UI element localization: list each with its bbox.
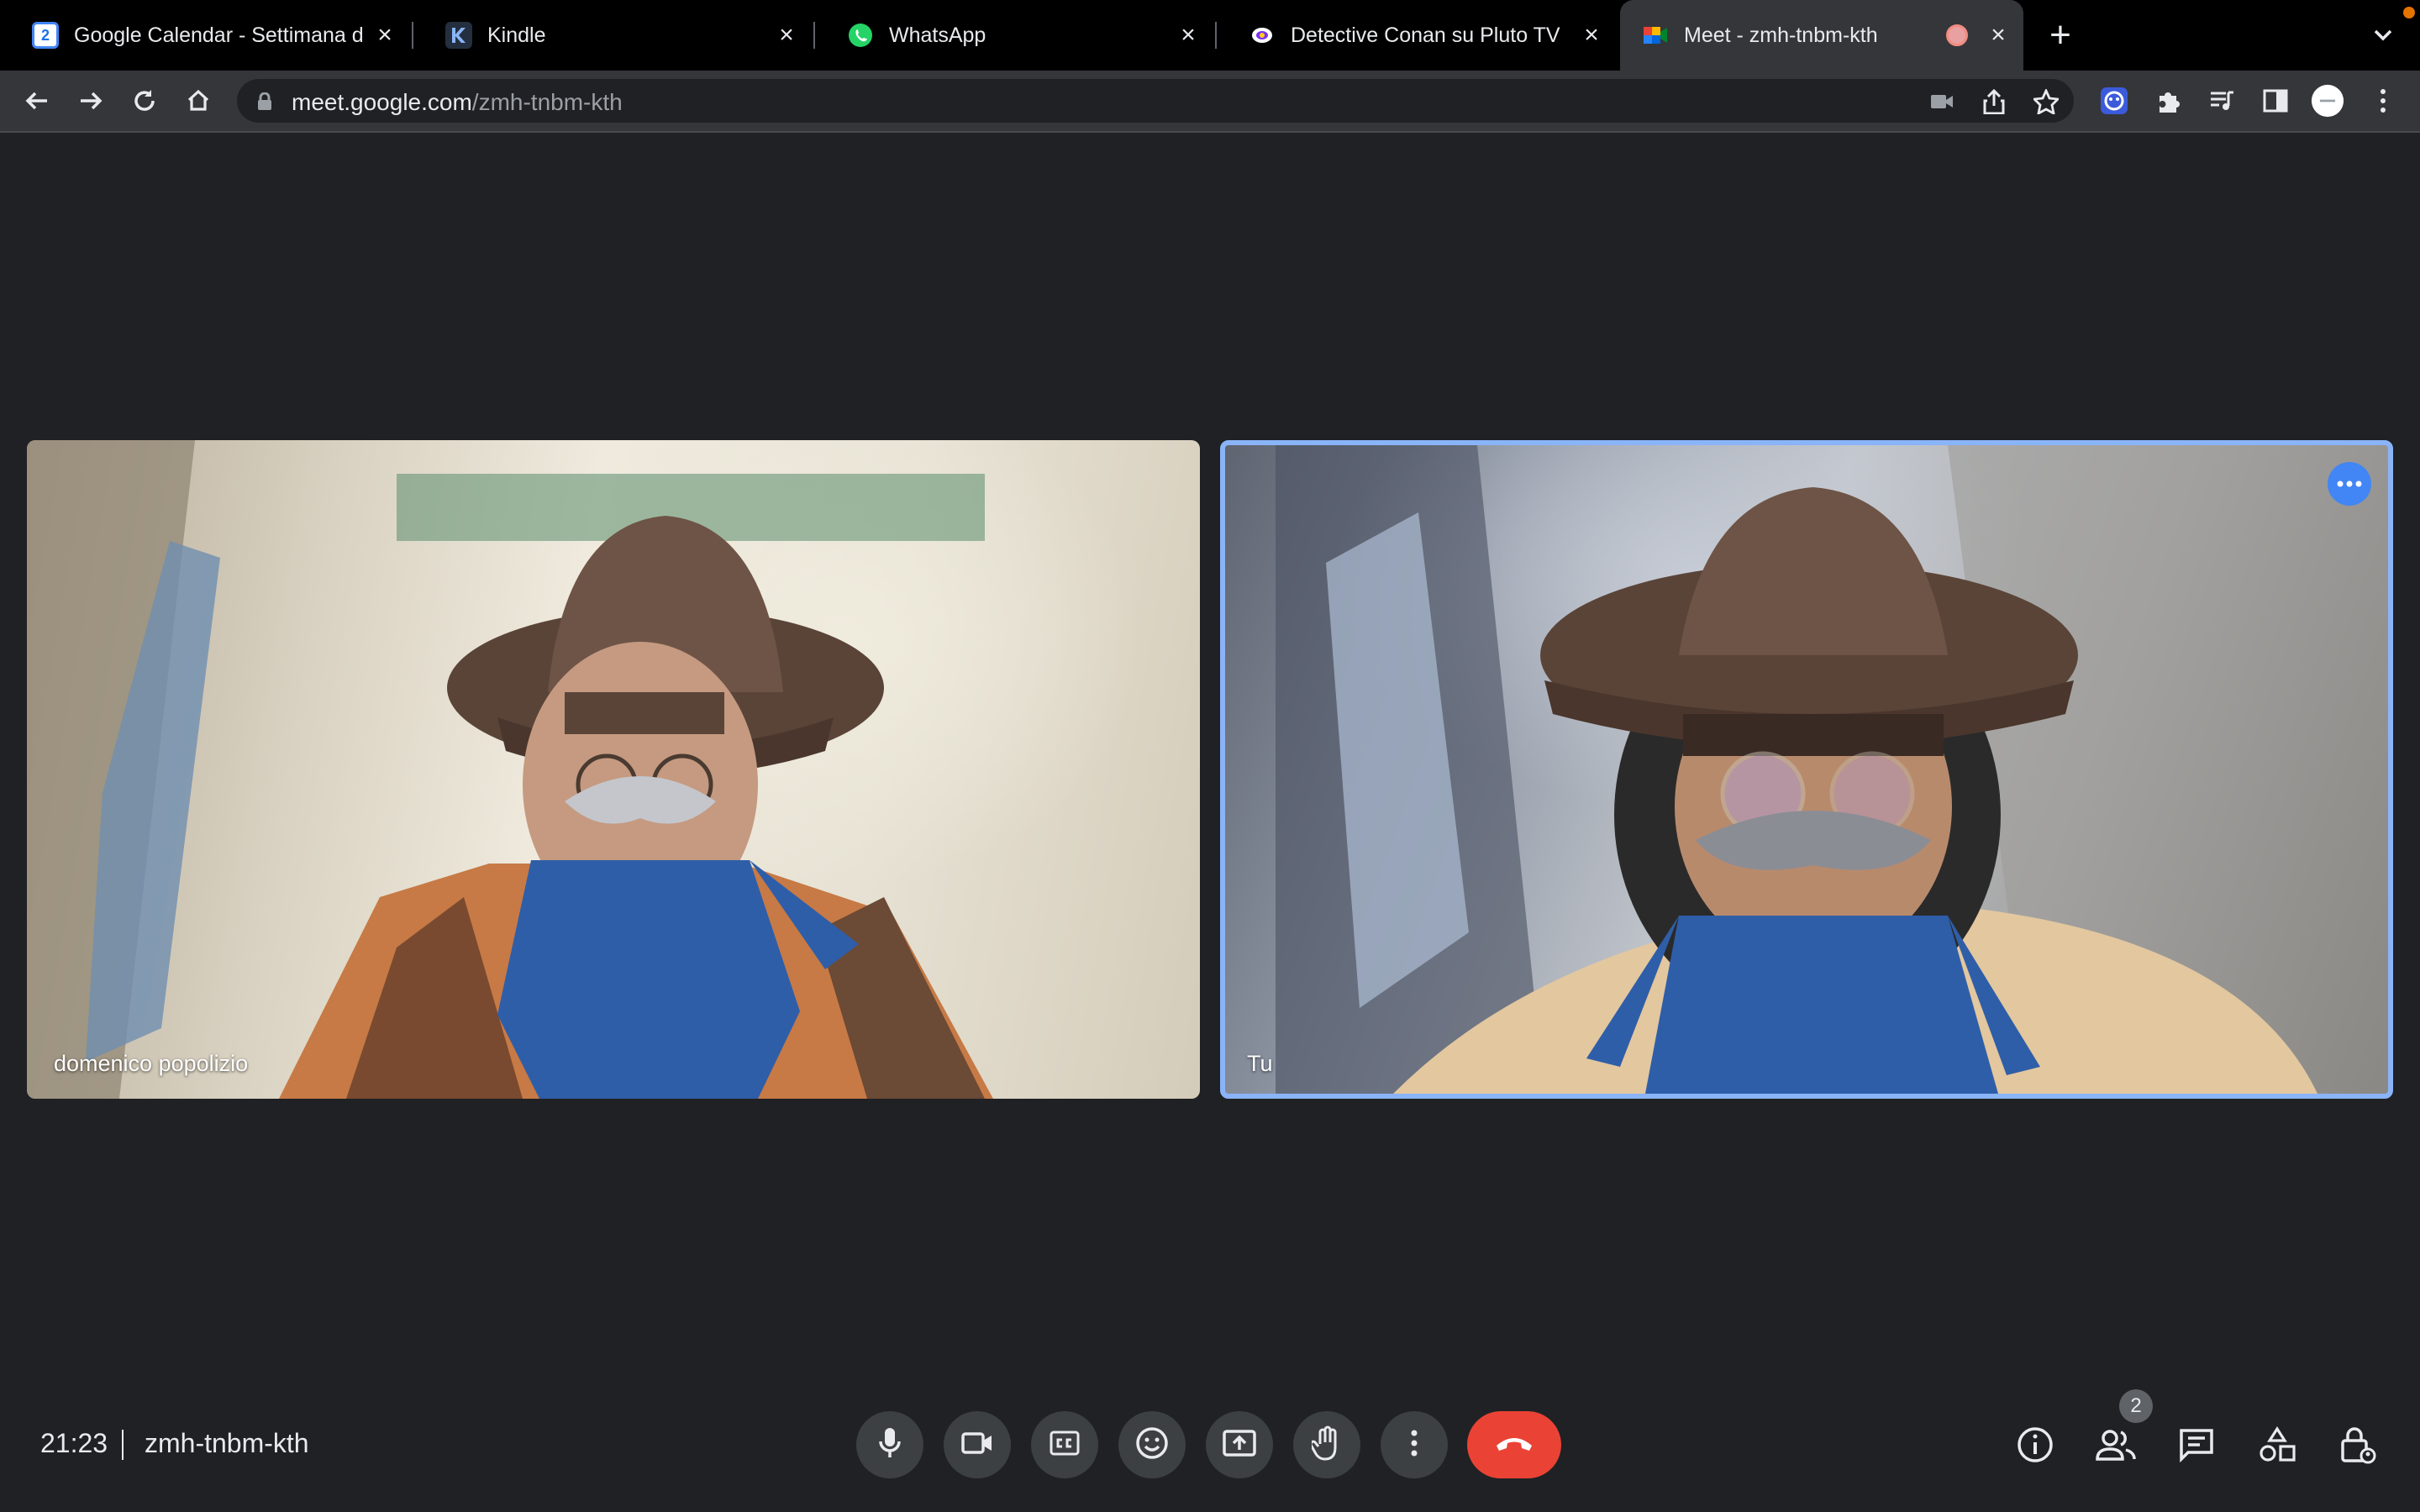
browser-toolbar: meet.google.com/zmh-tnbm-kth (0, 71, 2420, 133)
tab-title: Google Calendar - Settimana d (74, 23, 364, 47)
people-icon[interactable] (2094, 1423, 2138, 1467)
self-view-tile[interactable]: Tu (1220, 440, 2393, 1099)
microphone-icon (876, 1426, 903, 1464)
close-tab-icon[interactable]: × (1176, 21, 1200, 49)
present-icon (1223, 1429, 1256, 1461)
meeting-code: zmh-tnbm-kth (145, 1428, 309, 1458)
recording-indicator-icon (1946, 24, 1968, 46)
tab-whatsapp[interactable]: WhatsApp × (815, 0, 1217, 71)
google-calendar-icon: 2 (32, 22, 59, 49)
side-panel-icon[interactable] (2259, 84, 2292, 118)
forward-arrow-icon[interactable] (74, 84, 108, 118)
tile-more-options-icon[interactable] (2328, 462, 2371, 506)
tab-google-meet[interactable]: Meet - zmh-tnbm-kth × (1620, 0, 2023, 71)
pluto-tv-icon (1249, 22, 1276, 49)
close-tab-icon[interactable]: × (775, 21, 798, 49)
captions-button[interactable] (1031, 1411, 1098, 1478)
captions-icon (1050, 1431, 1080, 1460)
tab-title: WhatsApp (889, 23, 986, 47)
reactions-button[interactable] (1118, 1411, 1186, 1478)
browser-menu-icon[interactable] (2366, 84, 2400, 118)
emoji-icon (1135, 1426, 1169, 1464)
close-tab-icon[interactable]: × (373, 21, 397, 49)
microphone-button[interactable] (856, 1411, 923, 1478)
tab-pluto-tv[interactable]: Detective Conan su Pluto TV × (1217, 0, 1620, 71)
people-count-badge: 2 (2119, 1389, 2153, 1423)
bookmark-star-icon[interactable] (2032, 87, 2060, 116)
close-tab-icon[interactable]: × (1580, 21, 1603, 49)
divider (122, 1430, 124, 1460)
extensions-puzzle-icon[interactable] (2151, 84, 2185, 118)
back-arrow-icon[interactable] (20, 84, 54, 118)
participant-name: Tu (1247, 1051, 1273, 1076)
tab-google-calendar[interactable]: 2 Google Calendar - Settimana d × (0, 0, 413, 71)
camera-button[interactable] (944, 1411, 1011, 1478)
more-options-button[interactable] (1381, 1411, 1448, 1478)
url-path: /zmh-tnbm-kth (471, 89, 623, 115)
tab-search-chevron-icon[interactable] (2366, 18, 2400, 52)
raise-hand-button[interactable] (1293, 1411, 1360, 1478)
calendar-date-text: 2 (40, 26, 50, 44)
notification-dot (2403, 7, 2415, 18)
leave-call-button[interactable] (1467, 1411, 1561, 1478)
tab-title: Meet - zmh-tnbm-kth (1684, 23, 1878, 47)
kindle-icon (445, 22, 472, 49)
tab-title: Detective Conan su Pluto TV (1291, 23, 1560, 47)
lock-icon[interactable] (257, 92, 272, 115)
close-tab-icon[interactable]: × (1986, 21, 2010, 49)
whatsapp-icon (847, 22, 874, 49)
host-controls-icon[interactable] (2336, 1423, 2380, 1467)
hang-up-icon (1494, 1434, 1534, 1457)
more-options-icon (1410, 1429, 1418, 1462)
participant-video (27, 440, 993, 1099)
participant-name: domenico popolizio (54, 1051, 249, 1076)
new-tab-button[interactable]: + (2042, 17, 2079, 54)
camera-in-use-icon[interactable] (1928, 87, 1956, 116)
reload-icon[interactable] (128, 84, 161, 118)
tab-strip: 2 Google Calendar - Settimana d × Kindle… (0, 0, 2420, 71)
raise-hand-icon (1309, 1425, 1342, 1465)
media-control-icon[interactable] (2205, 84, 2238, 118)
activities-icon[interactable] (2255, 1423, 2299, 1467)
self-video (1276, 445, 2388, 1094)
address-bar[interactable]: meet.google.com/zmh-tnbm-kth (237, 79, 2074, 123)
share-icon[interactable] (1980, 87, 2008, 116)
url-host: meet.google.com (292, 89, 472, 115)
google-meet-icon (1642, 22, 1669, 49)
home-icon[interactable] (182, 84, 215, 118)
participant-tile[interactable]: domenico popolizio (27, 440, 1200, 1099)
meeting-clock: 21:23 (40, 1428, 108, 1458)
meeting-info-icon[interactable] (2013, 1423, 2057, 1467)
profile-avatar[interactable] (2311, 84, 2344, 118)
camera-icon (961, 1431, 993, 1459)
tab-title: Kindle (487, 23, 546, 47)
tab-kindle[interactable]: Kindle × (413, 0, 815, 71)
extension-app-icon[interactable] (2097, 84, 2131, 118)
chat-icon[interactable] (2175, 1423, 2218, 1467)
present-screen-button[interactable] (1206, 1411, 1273, 1478)
url-text: meet.google.com/zmh-tnbm-kth (292, 89, 623, 116)
